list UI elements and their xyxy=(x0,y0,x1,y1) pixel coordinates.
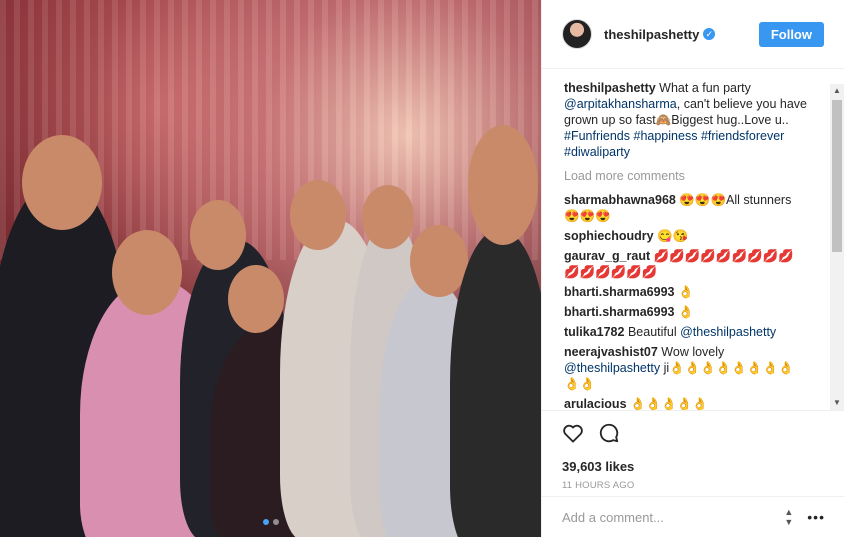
person-face xyxy=(112,230,182,315)
post-photo[interactable] xyxy=(0,0,541,537)
username[interactable]: theshilpashetty xyxy=(604,27,699,42)
comment-username[interactable]: neerajvashist07 xyxy=(564,345,658,359)
post-header: theshilpashetty ✓ Follow xyxy=(542,0,844,69)
person-face xyxy=(228,265,284,333)
comment-item: tulika1782 Beautiful @theshilpashetty xyxy=(564,324,809,340)
verified-badge-icon: ✓ xyxy=(703,28,716,40)
post-timestamp[interactable]: 11 HOURS AGO xyxy=(562,480,825,491)
caption-username[interactable]: theshilpashetty xyxy=(564,81,656,95)
person-face xyxy=(190,200,246,270)
post-actions: 39,603 likes 11 HOURS AGO xyxy=(542,410,844,491)
scroll-down-arrow-icon[interactable]: ▼ xyxy=(830,396,844,410)
heart-icon[interactable] xyxy=(562,423,584,443)
likes-count[interactable]: 39,603 likes xyxy=(562,459,825,474)
person-face xyxy=(290,180,346,250)
load-more-comments-link[interactable]: Load more comments xyxy=(564,168,809,184)
hashtag[interactable]: #Funfriends xyxy=(564,129,630,143)
add-comment-bar: ▲▼ ••• xyxy=(542,496,844,537)
comment-icon[interactable] xyxy=(598,422,620,444)
comment-text: 👌 xyxy=(677,305,694,319)
person-face xyxy=(22,135,102,230)
comment-mention[interactable]: @theshilpashetty xyxy=(680,325,776,339)
person-face xyxy=(362,185,414,249)
comment-username[interactable]: arulacious xyxy=(564,397,627,410)
person-silhouette xyxy=(450,230,541,537)
post-sidebar: theshilpashetty ✓ Follow theshilpashetty… xyxy=(541,0,844,537)
add-comment-input[interactable] xyxy=(562,509,785,525)
comment-mention[interactable]: @theshilpashetty xyxy=(564,361,660,375)
comment-username[interactable]: bharti.sharma6993 xyxy=(564,285,674,299)
hashtag[interactable]: #happiness xyxy=(634,129,698,143)
carousel-dot-active[interactable] xyxy=(262,519,269,525)
comment-item: neerajvashist07 Wow lovely @theshilpashe… xyxy=(564,344,809,392)
comment-username[interactable]: bharti.sharma6993 xyxy=(564,305,674,319)
comment-item: arulacious 👌👌👌👌👌 xyxy=(564,396,809,410)
scrollbar-thumb[interactable] xyxy=(832,100,842,252)
comment-item: bharti.sharma6993 👌 xyxy=(564,304,809,320)
scroll-up-arrow-icon[interactable]: ▲ xyxy=(830,84,844,98)
comment-item: bharti.sharma6993 👌 xyxy=(564,284,809,300)
comment-username[interactable]: sophiechoudry xyxy=(564,229,654,243)
carousel-dot[interactable] xyxy=(272,519,279,525)
comment-text: 😋😘 xyxy=(657,229,689,243)
carousel-indicator xyxy=(262,519,279,525)
caption-mention[interactable]: @arpitakhansharma xyxy=(564,97,677,111)
follow-button[interactable]: Follow xyxy=(758,21,824,47)
comment-username[interactable]: sharmabhawna968 xyxy=(564,193,676,207)
comment-text: 👌 xyxy=(677,285,694,299)
comment-text: Beautiful xyxy=(627,325,677,339)
comment-username[interactable]: gaurav_g_raut xyxy=(564,249,650,263)
hashtag[interactable]: #diwaliparty xyxy=(564,145,630,159)
person-face xyxy=(410,225,468,297)
avatar[interactable] xyxy=(562,19,592,49)
comment-item: sophiechoudry 😋😘 xyxy=(564,228,809,244)
comment-text: Wow lovely xyxy=(661,345,725,359)
comment-item: gaurav_g_raut 💋💋💋💋💋💋💋💋💋💋💋💋💋💋💋 xyxy=(564,248,809,280)
person-face xyxy=(468,125,538,245)
more-options-icon[interactable]: ••• xyxy=(807,509,825,525)
comment-text: 👌👌👌👌👌 xyxy=(630,397,708,410)
hashtag[interactable]: #friendsforever xyxy=(701,129,784,143)
comments-list[interactable]: theshilpashetty What a fun party @arpita… xyxy=(542,78,844,410)
comment-username[interactable]: tulika1782 xyxy=(564,325,624,339)
caption: theshilpashetty What a fun party @arpita… xyxy=(564,80,809,160)
comment-item: sharmabhawna968 😍😍😍All stunners 😍😍😍 xyxy=(564,192,809,224)
stepper-arrows-icon[interactable]: ▲ ▼ xyxy=(784,507,793,527)
comments-scrollbar[interactable]: ▲ ▼ xyxy=(830,84,844,410)
caption-text: What a fun party xyxy=(659,81,751,95)
